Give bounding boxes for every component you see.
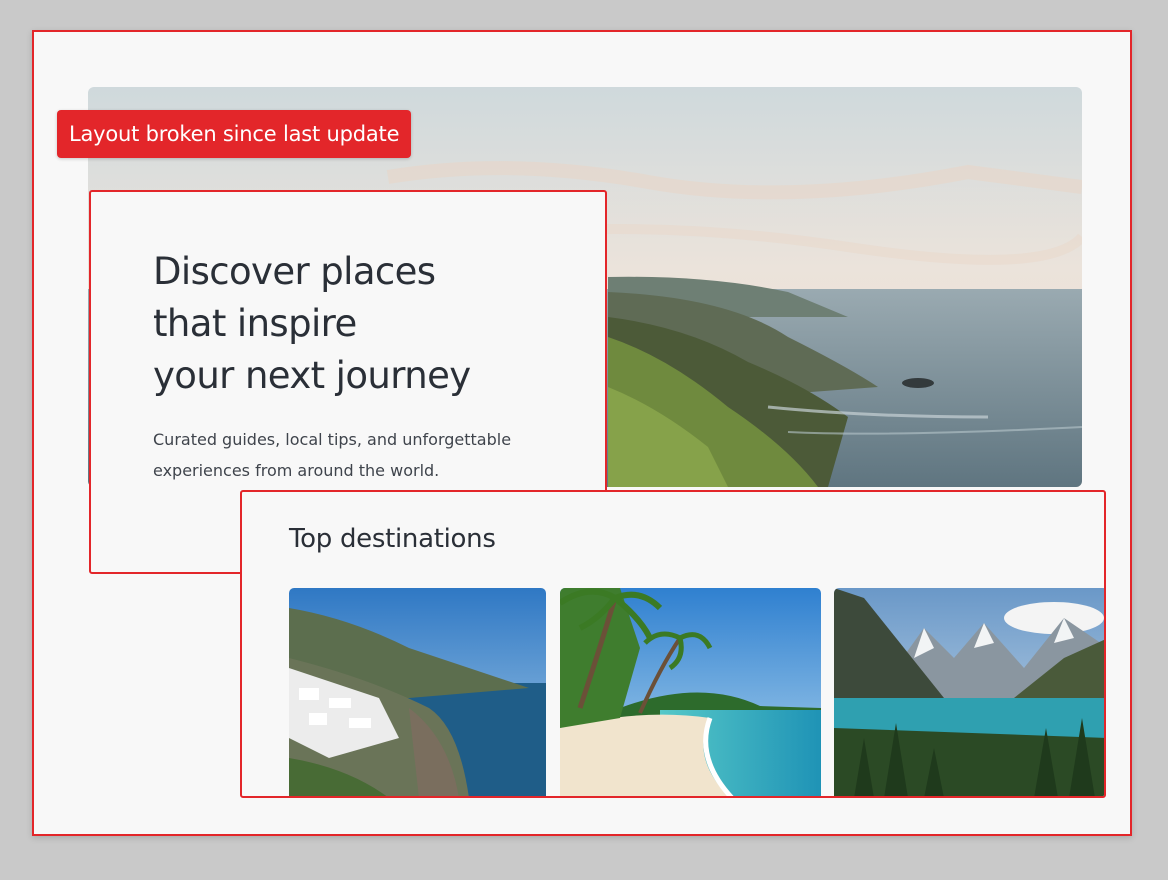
destination-image	[289, 588, 546, 796]
destination-card[interactable]	[560, 588, 821, 796]
top-destinations-section: Top destinations	[240, 490, 1106, 798]
destination-image	[560, 588, 821, 796]
section-title: Top destinations	[289, 524, 496, 554]
page-frame: Layout broken since last update Discover…	[32, 30, 1132, 836]
page-title: Discover places that inspire your next j…	[153, 246, 573, 402]
destination-card[interactable]	[834, 588, 1104, 796]
status-badge: Layout broken since last update	[57, 110, 412, 158]
hero-subtitle: Curated guides, local tips, and unforget…	[153, 430, 512, 480]
destination-card[interactable]	[289, 588, 546, 796]
title-line: Discover places	[153, 250, 436, 293]
title-line: that inspire	[153, 302, 357, 345]
title-line: your next journey	[153, 354, 471, 397]
destination-image	[834, 588, 1104, 796]
